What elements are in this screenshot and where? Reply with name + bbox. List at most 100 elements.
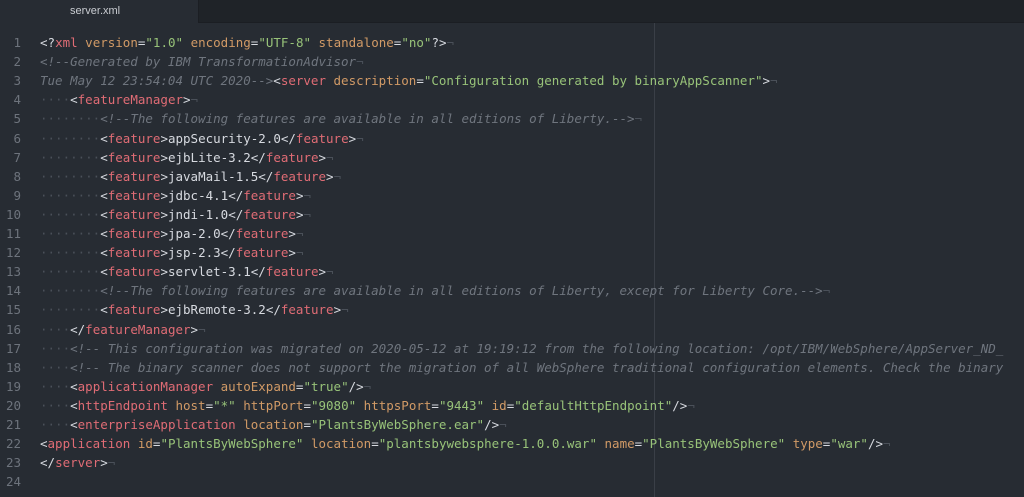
token-text: jsp-2.3 [167,245,221,261]
token-eq: = [371,436,379,452]
token-tag: featureManager [77,92,183,108]
code-line[interactable]: Tue May 12 23:54:04 UTC 2020--><server d… [40,71,778,90]
token-eq: = [303,397,311,413]
token-bracket: > [348,130,357,146]
token-bracket: < [100,149,108,165]
code-line[interactable]: ········<!--The following features are a… [40,109,642,128]
code-line[interactable]: <?xml version="1.0" encoding="UTF-8" sta… [40,33,454,52]
code-line[interactable]: <application id = "PlantsByWebSphere" loca… [40,434,891,453]
token-ws: ········ [40,111,101,127]
token-tag: feature [280,302,334,318]
token-attr: standalone [318,35,394,50]
token-bracket: /> [484,417,500,432]
code-line[interactable]: <!--Generated by IBM TransformationAdvis… [40,52,364,71]
token-ws: ¬ [333,168,342,184]
token-tag: feature [243,206,296,222]
token-tag: server [280,73,326,89]
token-ws: ···· [40,340,71,356]
token-bracket: > [183,92,191,108]
token-ws: ¬ [770,73,778,89]
line-number: 18 [5,359,21,375]
token-ws: ···· [40,359,71,375]
code-line[interactable]: ····<enterpriseApplication location="Pla… [40,415,507,434]
token-bracket: /> [672,397,688,413]
token-text: jndi-1.0 [167,206,229,222]
token-tag: feature [265,264,319,280]
token-bracket: > [318,264,327,280]
token-bracket: < [100,245,108,261]
code-line[interactable]: ····<applicationManager autoExpand="true… [40,377,371,396]
token-tag: feature [107,302,161,318]
code-line[interactable]: </server>¬ [40,453,115,472]
code-area[interactable]: <?xml version = "1.0" encoding = "UTF-8" sta… [40,23,1024,497]
code-line[interactable]: ········<feature>javaMail-1.5</feature>¬ [40,167,341,186]
line-number: 19 [5,378,21,394]
line-number: 7 [13,149,21,165]
token-bracket: > [288,226,296,241]
token-bracket: > [160,264,168,280]
token-bracket: </ [220,226,236,241]
code-line[interactable]: ········<feature>jpa-2.0</feature>¬ [40,224,303,243]
code-line[interactable]: ········<feature>ejbLite-3.2</feature>¬ [40,148,334,167]
token-bracket: /> [867,436,884,452]
code-line[interactable]: ····<httpEndpoint host="*" httpPort="908… [40,396,695,415]
token-ws: ········ [40,149,101,165]
token-attr: id [137,436,153,452]
code-editor[interactable]: server.xml 1 2 3 4 5 6 7 8 9 10 11 12 13 14 15 16 17 18 19… [0,0,1024,497]
code-line[interactable]: ········<feature>jsp-2.3</feature>¬ [40,243,303,262]
token-tag: feature [235,226,289,241]
code-line[interactable]: ········<feature>appSecurity-2.0</featur… [40,129,364,148]
code-line[interactable]: ····<!-- This configuration was migrated… [40,339,1003,358]
code-line[interactable]: ····<featureManager>¬ [40,90,198,109]
token-bracket: </ [228,187,244,203]
token-str: "9080" [310,397,357,413]
code-line[interactable]: ····</featureManager>¬ [40,320,206,339]
token-bracket: > [160,226,168,241]
token-bracket: < [70,417,78,432]
token-bracket: < [100,226,108,241]
code-line[interactable]: ········<feature>ejbRemote-3.2</feature>… [40,300,349,319]
code-line[interactable]: ········<feature>jndi-1.0</feature>¬ [40,205,311,224]
token-bracket: </ [280,130,296,146]
line-number: 15 [5,302,21,318]
token-str: "UTF-8" [258,35,311,50]
token-ws: ········ [40,264,101,280]
token-tag: feature [273,168,327,184]
token-tag: feature [107,264,161,280]
token-attr: version [85,35,138,50]
line-number: 9 [13,187,21,203]
token-tag: feature [107,149,161,165]
token-str: "*" [213,397,236,413]
token-tag: httpEndpoint [77,397,168,413]
token-str: "PlantsByWebSphere" [160,436,304,452]
token-attr: name [604,436,635,452]
token-bracket: < [100,264,108,280]
token-bracket: < [273,73,281,89]
token-attr: httpsPort [363,397,432,413]
token-ws: ¬ [356,54,364,70]
code-line[interactable]: ········<!--The following features are a… [40,281,830,300]
token-tag: feature [295,130,349,146]
code-line[interactable]: ········<feature>jdbc-4.1</feature>¬ [40,186,311,205]
token-tag: application [47,436,131,452]
line-number: 2 [13,54,21,70]
token-tag: xml [55,35,78,50]
code-line[interactable]: ····<!-- The binary scanner does not sup… [40,358,1003,377]
line-number: 8 [13,168,21,184]
token-bracket: < [70,397,78,413]
token-tag: feature [235,245,289,261]
token-ws: ¬ [295,245,304,261]
token-tag: enterpriseApplication [77,417,236,432]
token-tag: feature [107,245,161,261]
line-number: 17 [5,340,21,356]
token-bracket: </ [228,206,244,222]
token-str: "PlantsByWebSphere.ear" [310,417,485,432]
token-comment: <!-- The binary scanner does not support… [70,359,1004,375]
code-line[interactable]: ········<feature>servlet-3.1</feature>¬ [40,262,334,281]
token-str: "1.0" [145,35,184,50]
token-bracket: </ [220,245,236,261]
tab-server-xml[interactable]: server.xml [0,0,199,23]
